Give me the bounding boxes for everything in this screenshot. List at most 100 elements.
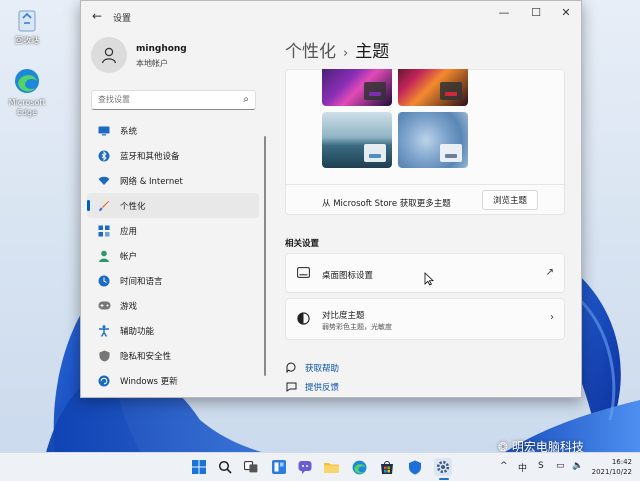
sidebar-item[interactable]: 个性化	[87, 193, 259, 218]
maximize-button[interactable]: ☐	[523, 5, 549, 21]
give-feedback-label[interactable]: 提供反馈	[305, 381, 339, 393]
breadcrumb-parent[interactable]: 个性化	[285, 42, 336, 62]
settings-taskbar-icon[interactable]	[434, 458, 452, 476]
breadcrumb: 个性化 › 主题	[285, 37, 389, 62]
language-indicator[interactable]: S	[538, 461, 544, 471]
brush-icon	[97, 199, 111, 213]
shield-icon	[97, 349, 111, 363]
edge-icon	[12, 66, 42, 96]
sidebar-item[interactable]: 游戏	[87, 293, 259, 318]
sidebar-item-label: 系统	[120, 126, 138, 137]
update-icon	[97, 374, 111, 388]
edge-taskbar-icon[interactable]	[350, 458, 368, 476]
external-link-icon: ↗	[545, 267, 554, 278]
contrast-icon	[296, 312, 310, 326]
sidebar-item[interactable]: Windows 更新	[87, 368, 259, 393]
store-text: 从 Microsoft Store 获取更多主题	[322, 199, 451, 209]
contrast-themes-row[interactable]: 对比度主题 弱势彩色主题，光敏度 ›	[285, 298, 565, 340]
search-icon[interactable]: ⌕	[243, 94, 249, 105]
recycle-bin-label: 回收站	[15, 36, 39, 45]
mouse-cursor-icon	[424, 272, 434, 286]
network-icon[interactable]: ▭	[556, 461, 565, 471]
theme-tile-sunrise[interactable]	[322, 112, 392, 168]
clock[interactable]: 16:42 2021/10/22	[590, 457, 632, 477]
sidebar-item-label: Windows 更新	[120, 376, 178, 387]
recycle-bin-desktop-icon[interactable]: 回收站	[2, 4, 52, 46]
monitor-icon	[97, 124, 111, 138]
clock-date: 2021/10/22	[591, 468, 632, 476]
accessibility-icon	[97, 324, 111, 338]
sidebar-item[interactable]: 时间和语言	[87, 268, 259, 293]
sidebar-item-label: 个性化	[120, 201, 146, 212]
user-name: minghong	[136, 44, 187, 54]
ime-indicator[interactable]: 中	[518, 461, 527, 474]
sidebar-scrollbar[interactable]	[264, 136, 266, 376]
sidebar-item[interactable]: 网络 & Internet	[87, 168, 259, 193]
theme-tile-glow[interactable]	[322, 69, 392, 106]
sidebar-nav: 系统蓝牙和其他设备 网络 & Internet 个性化应用帐户时间和语言游戏辅助功能…	[87, 118, 259, 393]
store-icon[interactable]	[378, 458, 396, 476]
theme-swatch	[440, 82, 462, 100]
sidebar-item-label: 隐私和安全性	[120, 351, 172, 362]
person-icon	[101, 47, 117, 64]
feedback-icon	[285, 381, 297, 393]
sidebar-item-label: 游戏	[120, 301, 138, 312]
search-box[interactable]: ⌕	[91, 90, 256, 110]
tray-overflow-chevron[interactable]: ^	[500, 461, 508, 471]
security-icon[interactable]	[406, 458, 424, 476]
browse-themes-button[interactable]: 浏览主题	[482, 190, 538, 210]
clock-time: 16:42	[611, 458, 632, 466]
sidebar-item[interactable]: 辅助功能	[87, 318, 259, 343]
contrast-themes-title: 对比度主题	[322, 311, 365, 321]
gear-icon	[436, 460, 450, 474]
sidebar-item-label: 帐户	[120, 251, 138, 262]
sidebar-item-label: 辅助功能	[120, 326, 155, 337]
widgets-icon[interactable]	[270, 458, 288, 476]
store-row: 从 Microsoft Store 获取更多主题 浏览主题	[286, 184, 566, 217]
avatar	[91, 37, 127, 73]
start-button[interactable]	[190, 458, 208, 476]
help-icon	[285, 362, 297, 374]
themes-gallery: 从 Microsoft Store 获取更多主题 浏览主题	[285, 69, 566, 217]
recycle-bin-icon	[12, 4, 42, 34]
person-icon	[97, 249, 111, 263]
taskbar-search-icon[interactable]	[216, 458, 234, 476]
volume-icon[interactable]: 🔈	[572, 461, 583, 471]
account-type: 本地帐户	[136, 59, 168, 68]
chat-icon[interactable]	[296, 458, 314, 476]
theme-swatch	[364, 144, 386, 162]
give-feedback-link[interactable]: 提供反馈	[285, 381, 339, 393]
close-button[interactable]: ✕	[553, 5, 579, 21]
breadcrumb-separator: ›	[343, 46, 349, 61]
user-profile[interactable]: minghong 本地帐户	[91, 37, 261, 77]
window-title: 设置	[113, 14, 132, 24]
main-content: 从 Microsoft Store 获取更多主题 浏览主题 相关设置 桌面图标设…	[285, 69, 567, 397]
task-view-icon[interactable]	[242, 458, 260, 476]
sidebar-item-label: 时间和语言	[120, 276, 163, 287]
sidebar-item[interactable]: 蓝牙和其他设备	[87, 143, 259, 168]
theme-tile-flow[interactable]	[398, 112, 468, 168]
search-input[interactable]	[98, 95, 233, 104]
get-help-link[interactable]: 获取帮助	[285, 362, 339, 374]
sidebar-item[interactable]: 应用	[87, 218, 259, 243]
sidebar-item[interactable]: 帐户	[87, 243, 259, 268]
sidebar-item[interactable]: 系统	[87, 118, 259, 143]
page-title: 主题	[355, 42, 390, 62]
theme-tile-captured-motion[interactable]	[398, 69, 468, 106]
sidebar-item[interactable]: 隐私和安全性	[87, 343, 259, 368]
desktop-icon-settings-title: 桌面图标设置	[322, 271, 374, 281]
settings-window: ← 设置 — ☐ ✕ minghong 本地帐户 ⌕ 系统蓝牙和其他设备网络 &…	[80, 0, 582, 398]
title-bar[interactable]: ← 设置 — ☐ ✕	[81, 1, 581, 31]
desktop-icon	[296, 267, 310, 281]
theme-swatch	[364, 82, 386, 100]
edge-desktop-icon[interactable]: Microsoft Edge	[2, 66, 52, 118]
chevron-right-icon: ›	[550, 312, 554, 323]
taskbar: ^ 中 S ▭ 🔈 16:42 2021/10/22	[0, 452, 640, 481]
related-settings-heading: 相关设置	[285, 239, 320, 249]
file-explorer-icon[interactable]	[322, 458, 340, 476]
gamepad-icon	[97, 299, 111, 313]
back-arrow-icon[interactable]: ←	[89, 9, 105, 23]
apps-icon	[97, 224, 111, 238]
minimize-button[interactable]: —	[491, 5, 517, 21]
get-help-label[interactable]: 获取帮助	[305, 362, 339, 374]
